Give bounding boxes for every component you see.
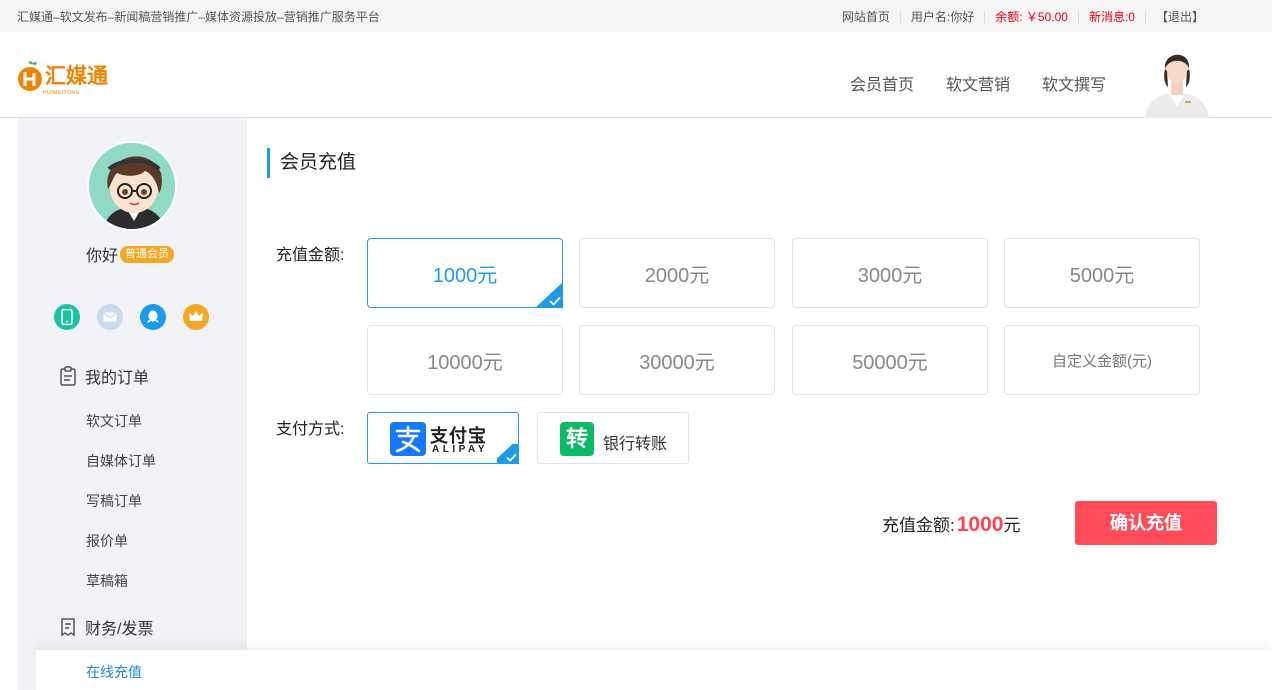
- pay-option-bank-transfer[interactable]: 转 银行转账: [537, 412, 689, 464]
- sidebar-item-online-recharge-label: 在线充值: [86, 664, 142, 680]
- amount-option-text: 3000元: [857, 264, 923, 287]
- member-level-badge: 普通会员: [120, 245, 175, 263]
- nav-soft-article-writing[interactable]: 软文撰写: [1042, 71, 1106, 95]
- clipboard-icon: [60, 366, 76, 386]
- bank-transfer-icon: 转: [560, 422, 594, 456]
- qq-icon[interactable]: [140, 304, 166, 330]
- sidebar-item-we-media-orders[interactable]: 自媒体订单: [86, 451, 156, 471]
- nav-soft-article-marketing[interactable]: 软文营销: [946, 71, 1010, 95]
- menu-group-orders-label: 我的订单: [85, 370, 150, 387]
- user-avatar[interactable]: [87, 141, 177, 231]
- amount-label: 充值金额:: [276, 247, 345, 264]
- alipay-icon: [390, 422, 426, 456]
- logo[interactable]: 汇媒通: [17, 60, 108, 92]
- amount-option-3000[interactable]: 3000元: [792, 238, 988, 308]
- sidebar-item-quotes[interactable]: 报价单: [86, 531, 128, 551]
- sidebar-item-soft-article-orders[interactable]: 软文订单: [86, 411, 142, 431]
- username-text: 用户名:你好: [910, 10, 975, 24]
- total-amount: 充值金额: 1000 元: [882, 511, 1020, 537]
- amount-option-1000[interactable]: 1000元: [367, 238, 563, 308]
- top-bar: 汇媒通–软文发布–新闻稿营销推广–媒体资源投放–营销推广服务平台 网站首页 用户…: [0, 0, 1272, 32]
- contact-icons: [54, 304, 226, 330]
- menu-group-finance-label: 财务/发票: [85, 621, 154, 638]
- amount-option-text: 5000元: [1069, 264, 1135, 287]
- pay-option-alipay[interactable]: 支付宝 ALIPAY: [367, 412, 519, 464]
- logo-subtext: HUIMEITONG: [43, 90, 80, 96]
- customer-service-agent-image: [1141, 41, 1213, 118]
- site-title: 汇媒通–软文发布–新闻稿营销推广–媒体资源投放–营销推广服务平台: [17, 10, 380, 24]
- bank-transfer-label: 银行转账: [603, 436, 668, 453]
- amount-option-30000[interactable]: 30000元: [579, 325, 775, 395]
- logo-mark-icon: [17, 60, 43, 92]
- logout-link[interactable]: 【退出】: [1146, 8, 1214, 25]
- email-icon[interactable]: [97, 304, 123, 330]
- total-label: 充值金额:: [882, 516, 955, 535]
- invoice-icon: [61, 618, 75, 637]
- amount-option-text: 30000元: [639, 351, 715, 374]
- nav-member-home[interactable]: 会员首页: [850, 71, 914, 95]
- amount-option-5000[interactable]: 5000元: [1004, 238, 1200, 308]
- messages-link[interactable]: 新消息:0: [1079, 8, 1145, 25]
- total-value: 1000: [956, 513, 1004, 536]
- sidebar-item-online-recharge[interactable]: 在线充值: [36, 650, 1272, 690]
- page-title: 会员充值: [267, 148, 356, 178]
- custom-amount-option[interactable]: 自定义金额(元): [1004, 325, 1200, 395]
- amount-option-2000[interactable]: 2000元: [579, 238, 775, 308]
- home-link[interactable]: 网站首页: [832, 8, 900, 25]
- logo-text: 汇媒通: [45, 64, 108, 88]
- confirm-recharge-button[interactable]: 确认充值: [1075, 501, 1217, 545]
- menu-group-finance[interactable]: 财务/发票: [58, 615, 153, 639]
- balance-text: 余额: ￥50.00: [995, 10, 1068, 24]
- sidebar-item-drafts[interactable]: 草稿箱: [86, 571, 128, 591]
- menu-group-orders[interactable]: 我的订单: [58, 364, 149, 388]
- payment-method-label: 支付方式:: [276, 421, 345, 438]
- amount-option-text: 自定义金额(元): [1052, 352, 1152, 370]
- main-nav: 会员首页 软文营销 软文撰写: [818, 71, 1106, 95]
- amount-option-text: 50000元: [852, 351, 928, 374]
- crown-icon[interactable]: [183, 304, 209, 330]
- total-unit: 元: [1003, 516, 1021, 535]
- sidebar-item-writing-orders[interactable]: 写稿订单: [86, 491, 142, 511]
- amount-option-10000[interactable]: 10000元: [367, 325, 563, 395]
- sidebar: 你好 普通会员 我的订单 软文订单 自媒体订单 写稿订单 报价单 草稿箱 财务/…: [18, 118, 247, 690]
- sidebar-username: 你好 普通会员: [86, 242, 175, 266]
- amount-option-text: 2000元: [644, 264, 710, 287]
- amount-option-text: 1000元: [432, 264, 498, 287]
- alipay-brand-subtext: ALIPAY: [432, 444, 489, 455]
- header: 汇媒通 HUIMEITONG 会员首页 软文营销 软文撰写: [0, 32, 1272, 118]
- phone-icon[interactable]: [54, 304, 80, 330]
- selected-check-icon: [497, 444, 519, 464]
- selected-check-icon: [535, 282, 563, 308]
- amount-option-text: 10000元: [427, 351, 503, 374]
- username-label: 你好: [86, 248, 119, 265]
- amount-option-50000[interactable]: 50000元: [792, 325, 988, 395]
- top-links: 网站首页 用户名:你好 余额: ￥50.00 新消息:0 【退出】: [832, 8, 1214, 25]
